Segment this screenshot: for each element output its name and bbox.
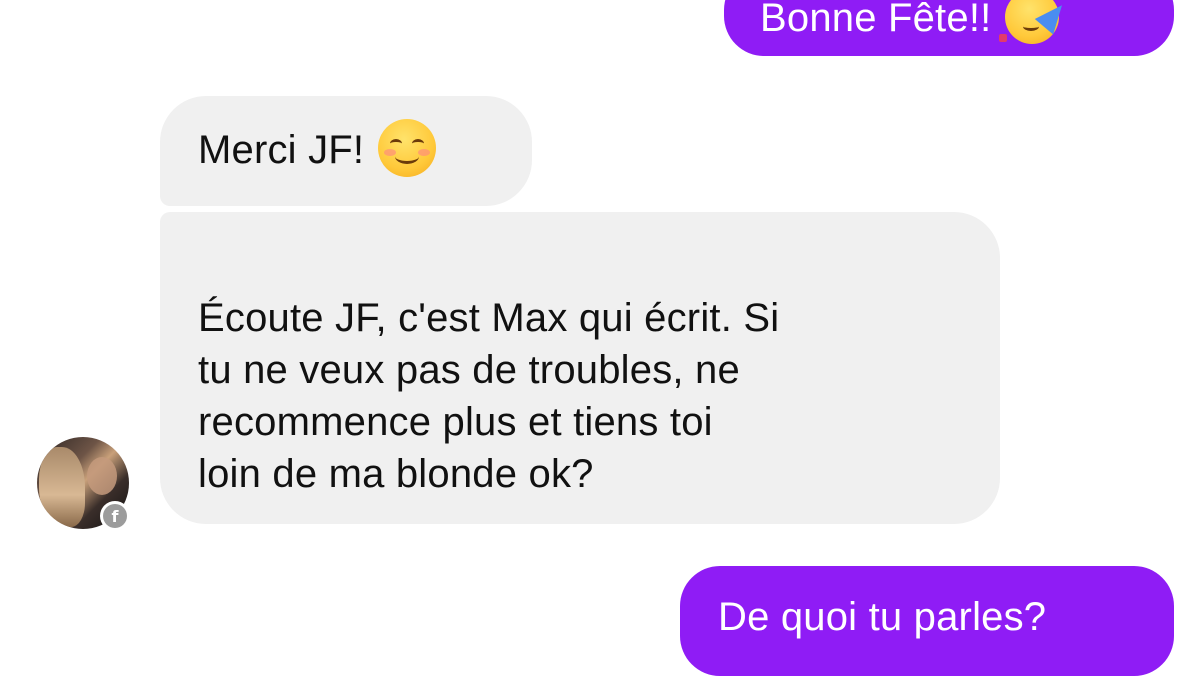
facebook-badge-glyph: f (103, 504, 127, 528)
sent-message-bubble[interactable]: Bonne Fête!! (724, 0, 1174, 56)
received-message-bubble[interactable]: Écoute JF, c'est Max qui écrit. Si tu ne… (160, 212, 1000, 524)
message-text: Écoute JF, c'est Max qui écrit. Si tu ne… (198, 296, 780, 496)
message-text: De quoi tu parles? (718, 595, 1047, 639)
message-text: Merci JF! (198, 128, 365, 172)
received-message-bubble[interactable]: Merci JF! (160, 96, 532, 206)
facebook-icon: f (100, 501, 130, 531)
message-text: Bonne Fête!! (760, 0, 992, 40)
sent-message-bubble[interactable]: De quoi tu parles? (680, 566, 1174, 676)
partying-face-emoji-icon (999, 0, 1072, 45)
smiling-face-emoji-icon (378, 119, 437, 178)
